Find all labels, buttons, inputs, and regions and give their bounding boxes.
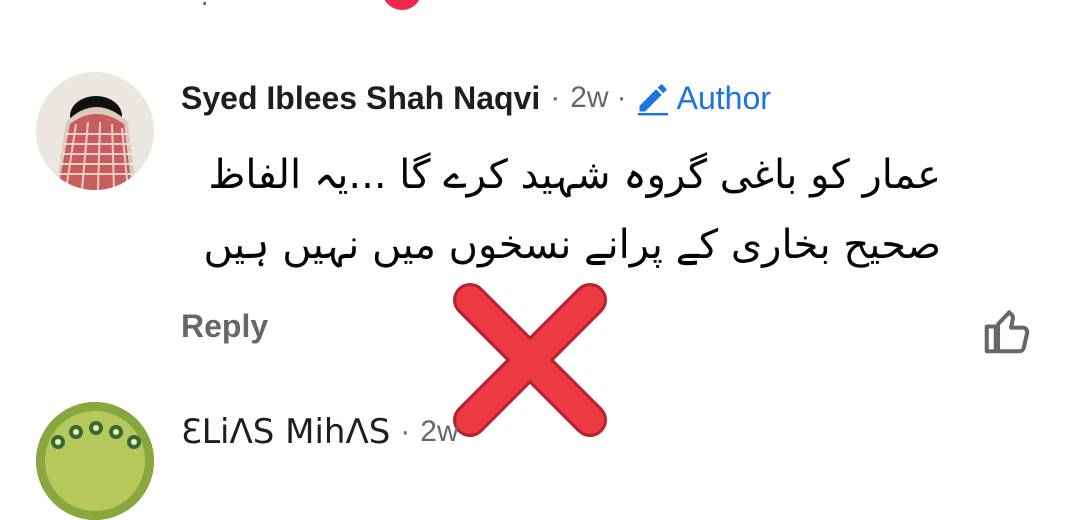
comment-timestamp[interactable]: 2w	[570, 81, 608, 115]
avatar-image	[36, 402, 154, 520]
avatar[interactable]	[36, 402, 154, 520]
author-name[interactable]: ƐԼiɅS MihɅS	[181, 412, 390, 452]
separator-dot: ·	[550, 81, 561, 114]
comment-body: عمار کو باغی گروہ شہید کرے گا ...یہ الفا…	[181, 140, 941, 280]
separator-dot: ·	[616, 81, 627, 114]
separator-dot: ·	[400, 415, 411, 448]
comment-text-line: عمار کو باغی گروہ شہید کرے گا ...یہ الفا…	[208, 152, 941, 198]
red-x-overlay	[453, 283, 607, 437]
author-name[interactable]: Syed Iblees Shah Naqvi	[181, 80, 540, 117]
avatar-image	[36, 72, 154, 190]
author-badge-label: Author	[676, 79, 771, 116]
author-badge: Author	[635, 80, 771, 117]
comment-header: Syed Iblees Shah Naqvi · 2w · Author	[181, 78, 771, 118]
reaction-badge-fragment	[382, 0, 422, 10]
thumbs-up-icon[interactable]	[980, 304, 1034, 358]
previous-comment-fragment: ·	[200, 0, 210, 17]
avatar[interactable]	[36, 72, 154, 190]
comment-header: ƐԼiɅS MihɅS · 2w	[181, 412, 459, 452]
pencil-icon	[637, 84, 668, 116]
comment-timestamp[interactable]: 2w	[420, 415, 458, 449]
reply-button[interactable]: Reply	[181, 308, 268, 345]
